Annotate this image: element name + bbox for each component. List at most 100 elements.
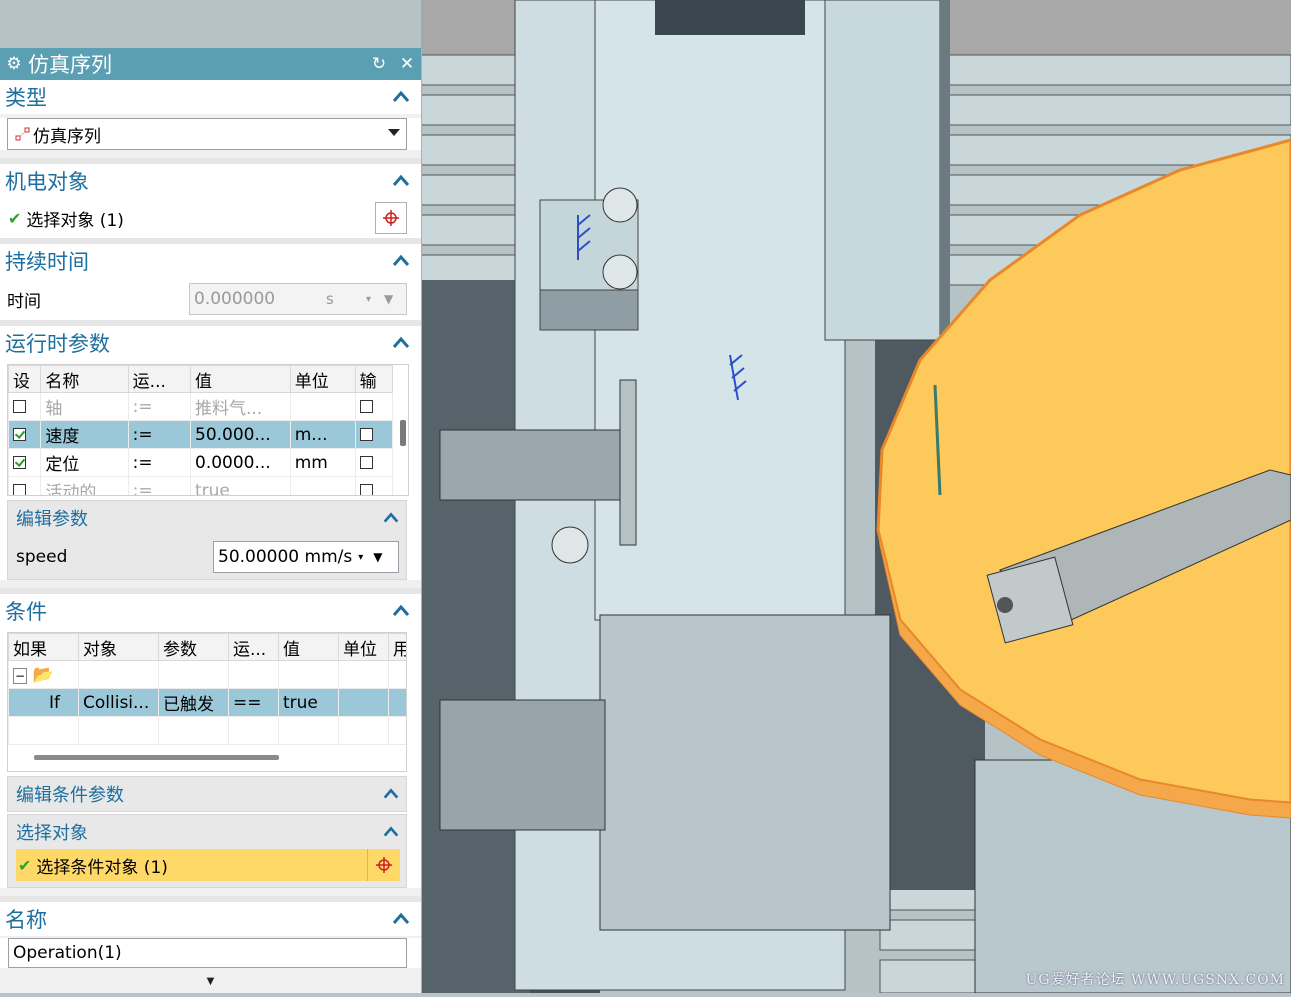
type-selected: 仿真序列	[33, 126, 101, 147]
close-icon[interactable]: ✕	[393, 54, 421, 74]
col-header-name[interactable]: 名称	[40, 365, 129, 393]
duration-section-title: 持续时间	[5, 250, 89, 274]
select-object-title: 选择对象	[16, 823, 88, 844]
edit-condition-subsection: 编辑条件参数	[7, 776, 407, 812]
unit-dropdown-icon[interactable]: ▾	[358, 552, 363, 563]
collapse-icon[interactable]: −	[13, 667, 28, 684]
param-value: 50.000...	[190, 420, 291, 449]
set-checkbox[interactable]	[13, 455, 26, 469]
col-header-unit[interactable]: 单位	[338, 633, 389, 661]
type-section-title: 类型	[5, 86, 47, 110]
name-input[interactable]: Operation(1)	[8, 938, 407, 968]
col-header-out[interactable]: 输	[354, 365, 394, 393]
name-section-title: 名称	[5, 908, 47, 932]
time-row: 时间 0.000000 s ▾ ▼	[0, 278, 421, 320]
type-dropdown[interactable]: 仿真序列	[7, 118, 407, 150]
param-unit: m...	[289, 420, 356, 449]
speed-input[interactable]: 50.00000 mm/s ▾ ▼	[213, 541, 399, 573]
mech-section-header[interactable]: 机电对象	[0, 164, 421, 198]
param-value: 0.0000...	[190, 448, 291, 477]
duration-section-header[interactable]: 持续时间	[0, 244, 421, 278]
chevron-up-icon[interactable]	[391, 333, 411, 353]
condition-unit	[338, 688, 389, 717]
edit-condition-header[interactable]: 编辑条件参数	[8, 777, 406, 811]
chevron-up-icon[interactable]	[391, 251, 411, 271]
condition-value: true	[278, 688, 339, 717]
horizontal-scrollbar[interactable]	[34, 755, 279, 760]
col-header-extra[interactable]: 用	[388, 633, 406, 661]
param-unit	[289, 476, 356, 495]
tree-root-row[interactable]: − 📂	[8, 660, 406, 689]
select-object-header[interactable]: 选择对象	[8, 815, 406, 849]
output-checkbox[interactable]	[359, 399, 373, 413]
sequence-icon	[15, 127, 30, 141]
time-value: 0.000000	[194, 289, 276, 309]
condition-row[interactable]: If Collisi... 已触发 == true	[8, 688, 406, 717]
vertical-scrollbar[interactable]	[400, 420, 406, 446]
crosshair-select-button[interactable]	[367, 849, 400, 881]
param-name: 活动的	[40, 476, 129, 495]
set-checkbox[interactable]	[13, 483, 26, 495]
folder-icon: 📂	[32, 664, 54, 685]
dialog-title-bar: ⚙ 仿真序列 ↻ ✕	[0, 48, 421, 80]
param-value: true	[190, 476, 291, 495]
col-header-unit[interactable]: 单位	[289, 365, 356, 393]
col-header-object[interactable]: 对象	[78, 633, 159, 661]
name-section-header[interactable]: 名称	[0, 902, 421, 936]
reset-icon[interactable]: ↻	[365, 54, 393, 74]
param-name: 轴	[40, 392, 129, 421]
col-header-op[interactable]: 运...	[228, 633, 279, 661]
output-checkbox[interactable]	[359, 483, 373, 495]
condition-section-header[interactable]: 条件	[0, 594, 421, 628]
dialog-title: 仿真序列	[28, 53, 112, 77]
output-checkbox[interactable]	[359, 427, 373, 441]
condition-object: Collisi...	[78, 688, 159, 717]
chevron-up-icon[interactable]	[391, 909, 411, 929]
chevron-up-icon[interactable]	[391, 601, 411, 621]
col-header-set[interactable]: 设	[8, 365, 42, 393]
edit-params-header[interactable]: 编辑参数	[8, 501, 406, 535]
runtime-section-header[interactable]: 运行时参数	[0, 326, 421, 360]
condition-op: ==	[228, 688, 279, 717]
col-header-op[interactable]: 运...	[127, 365, 192, 393]
output-checkbox[interactable]	[359, 455, 373, 469]
edit-params-subsection: 编辑参数 speed 50.00000 mm/s ▾ ▼	[7, 500, 407, 580]
select-object-row[interactable]: ✔ 选择对象 (1)	[0, 198, 421, 238]
table-row[interactable]: 定位 := 0.0000... mm	[8, 448, 394, 477]
more-options-arrow-icon[interactable]: ▼	[0, 976, 421, 987]
runtime-section-title: 运行时参数	[5, 332, 110, 356]
col-header-value[interactable]: 值	[190, 365, 291, 393]
crosshair-select-button[interactable]	[375, 202, 407, 234]
time-label: 时间	[7, 291, 41, 312]
table-row[interactable]: 活动的 := true	[8, 476, 394, 495]
set-checkbox[interactable]	[13, 427, 26, 441]
runtime-params-table-wrap: 设 名称 运... 值 单位 输 轴 := 推料气... 速度:= 50.00…	[7, 364, 409, 496]
chevron-up-icon[interactable]	[391, 171, 411, 191]
name-value: Operation(1)	[13, 943, 122, 963]
time-unit: s	[326, 290, 334, 308]
condition-section-title: 条件	[5, 600, 47, 624]
param-op: :=	[127, 448, 192, 477]
chevron-up-icon[interactable]	[382, 785, 400, 803]
type-section-header[interactable]: 类型	[0, 80, 421, 114]
chevron-up-icon[interactable]	[391, 87, 411, 107]
dropdown-arrow-icon[interactable]: ▼	[373, 550, 382, 564]
gear-icon: ⚙	[6, 54, 22, 74]
col-header-value[interactable]: 值	[278, 633, 339, 661]
select-condition-label: 选择条件对象 (1)	[36, 857, 168, 878]
runtime-params-table: 设 名称 运... 值 单位 输 轴 := 推料气... 速度:= 50.00…	[8, 365, 394, 495]
col-header-if[interactable]: 如果	[8, 633, 79, 661]
chevron-up-icon[interactable]	[382, 823, 400, 841]
table-row[interactable]: 速度 := 50.000... m...	[8, 420, 394, 449]
set-checkbox[interactable]	[13, 399, 26, 413]
speed-label: speed	[16, 547, 68, 567]
crosshair-icon	[376, 857, 392, 873]
param-op: :=	[127, 420, 192, 449]
param-name: 定位	[40, 448, 129, 477]
table-row[interactable]: 轴 := 推料气...	[8, 392, 394, 421]
chevron-up-icon[interactable]	[382, 509, 400, 527]
col-header-param[interactable]: 参数	[158, 633, 229, 661]
select-condition-object-row[interactable]: ✔ 选择条件对象 (1)	[16, 849, 400, 881]
checkmark-icon: ✔	[18, 855, 32, 875]
watermark: UG爱好者论坛 WWW.UGSNX.COM	[1025, 972, 1285, 988]
